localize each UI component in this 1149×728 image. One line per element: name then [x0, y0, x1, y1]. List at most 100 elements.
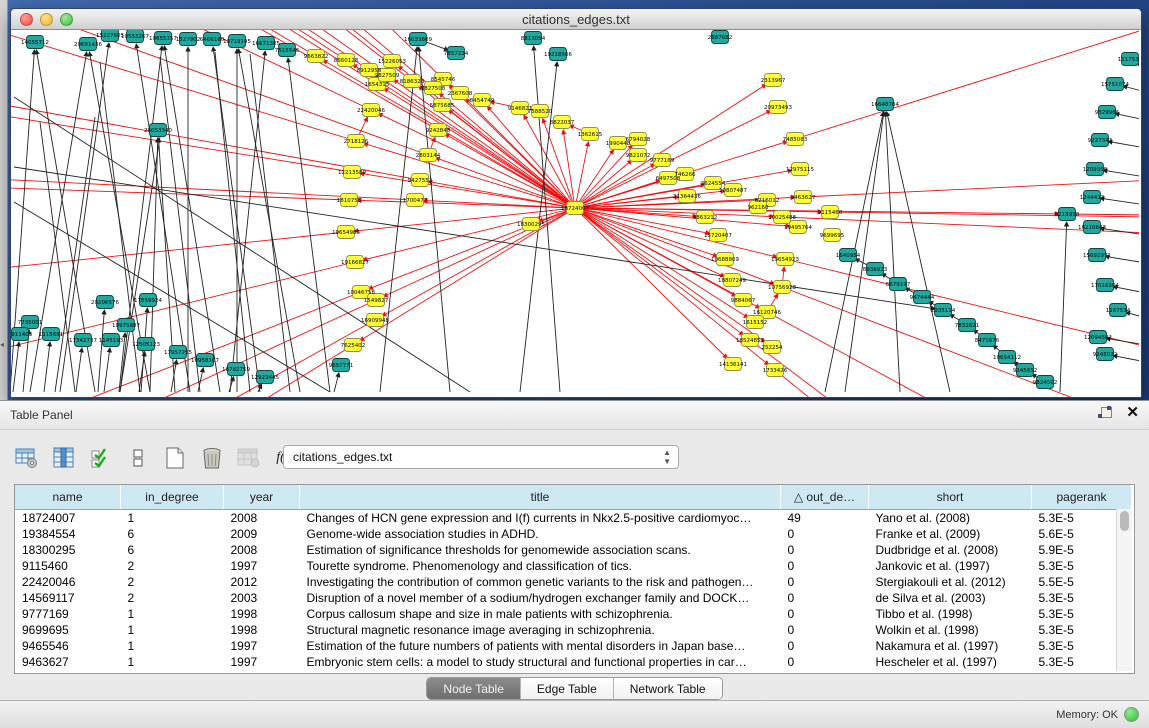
network-node-label: 252254 [762, 345, 783, 351]
table-row[interactable]: 946362711997Embryonic stem cells: a mode… [15, 654, 1131, 670]
network-node-label: 1117539 [1118, 57, 1139, 63]
network-node-label: 12213589 [338, 170, 366, 176]
network-node-label: 18724007 [561, 206, 589, 212]
network-view[interactable]: 1872400714055712206914361522760510553267… [11, 30, 1139, 397]
table-cell: 2008 [224, 510, 300, 527]
network-node-label: 9463627 [791, 195, 816, 201]
network-canvas[interactable]: 1872400714055712206914361522760510553267… [11, 30, 1141, 397]
table-row[interactable]: 2242004622012Investigating the contribut… [15, 574, 1131, 590]
table-cell: 2 [121, 590, 224, 606]
zoom-window-icon[interactable] [60, 13, 73, 26]
table-row[interactable]: 1456911722003Disruption of a novel membe… [15, 590, 1131, 606]
column-header-4[interactable]: △ out_de… [781, 485, 869, 510]
row-height-icon[interactable] [125, 445, 151, 471]
column-header-3[interactable]: title [300, 485, 781, 510]
network-window[interactable]: citations_edges.txt 18724007140557122069… [10, 8, 1142, 398]
network-node-label: 8822037 [550, 120, 575, 126]
table-cell: Dudbridge et al. (2008) [869, 542, 1032, 558]
delete-columns-icon[interactable] [236, 445, 262, 471]
table-row[interactable]: 1872400712008Changes of HCN gene express… [15, 510, 1131, 527]
tab-node-table[interactable]: Node Table [427, 678, 520, 699]
network-node-label: 9824502 [1033, 380, 1058, 386]
table-cell: 0 [781, 558, 869, 574]
network-node-label: 9884067 [731, 298, 756, 304]
table-settings-icon[interactable] [14, 445, 40, 471]
table-cell: 1 [121, 510, 224, 527]
network-node-label: 17342737 [69, 338, 97, 344]
table-row[interactable]: 911546021997Tourette syndrome. Phenomeno… [15, 558, 1131, 574]
column-header-6[interactable]: pagerank [1032, 485, 1132, 510]
network-node-label: 1549827 [364, 298, 389, 304]
network-node-label: 21364436 [673, 194, 701, 200]
left-panel-edge[interactable]: ◂ [0, 0, 8, 400]
network-node-label: 10756928 [768, 285, 796, 291]
create-column-icon[interactable] [162, 445, 188, 471]
table-row[interactable]: 977716911998Corpus callosum shape and si… [15, 606, 1131, 622]
table-row[interactable]: 969969511998Structural magnetic resonanc… [15, 622, 1131, 638]
network-node-label: 15226053 [378, 59, 406, 65]
network-node-label: 19654923 [771, 257, 799, 263]
table-cell: Corpus callosum shape and size in male p… [300, 606, 781, 622]
network-node-label: 2935114 [931, 308, 956, 314]
minimize-window-icon[interactable] [40, 13, 53, 26]
table-type-segmented-control: Node TableEdge TableNetwork Table [426, 677, 722, 700]
network-node-label: 1654315 [365, 82, 390, 88]
network-node-label: 9821072 [626, 153, 651, 159]
network-node-label: 8545746 [431, 77, 456, 83]
panel-collapse-arrow-icon[interactable]: ◂ [0, 340, 4, 349]
network-node-label: 9329966 [1095, 110, 1120, 116]
table-tabs-bar: Node TableEdge TableNetwork Table [0, 677, 1149, 701]
table-cell: 1998 [224, 622, 300, 638]
node-table: namein_degreeyeartitle△ out_de…shortpage… [15, 485, 1131, 670]
network-node-label: 20206576 [91, 300, 119, 306]
network-node-label: 9474444 [910, 295, 935, 301]
table-cell: 2012 [224, 574, 300, 590]
network-node-label: 9227343 [1088, 138, 1113, 144]
network-node-label: 9777169 [650, 158, 675, 164]
tab-network-table[interactable]: Network Table [613, 678, 722, 699]
network-node-label: 8186328 [400, 79, 425, 85]
network-node-label: 6497508 [656, 176, 681, 182]
network-node-label: 1615152 [743, 320, 768, 326]
tab-edge-table[interactable]: Edge Table [520, 678, 613, 699]
network-node-label: 18807249 [718, 278, 746, 284]
network-node-label: 16210643 [1078, 225, 1106, 231]
attribute-table: namein_degreeyeartitle△ out_de…shortpage… [14, 484, 1135, 674]
network-node-label: 10553267 [121, 34, 149, 40]
table-row[interactable]: 946554611997Estimation of the future num… [15, 638, 1131, 654]
network-node-label: 7857224 [444, 51, 469, 57]
network-node-label: 7588520 [528, 109, 553, 115]
network-node-label: 10046758 [347, 290, 375, 296]
table-row[interactable]: 1830029562008Estimation of significance … [15, 542, 1131, 558]
table-cell: 0 [781, 606, 869, 622]
column-header-2[interactable]: year [224, 485, 300, 510]
table-selector-dropdown[interactable]: citations_edges.txt ▲▼ [283, 445, 679, 469]
table-panel-header[interactable]: Table Panel ✕ [0, 401, 1149, 430]
table-scrollbar[interactable] [1116, 509, 1132, 671]
table-cell: 0 [781, 542, 869, 558]
table-cell: 18300295 [15, 542, 121, 558]
network-node-label: 12923445 [251, 375, 279, 381]
window-titlebar[interactable]: citations_edges.txt [11, 9, 1141, 30]
float-panel-icon[interactable] [1098, 406, 1112, 420]
select-all-icon[interactable] [88, 445, 114, 471]
network-node-label: 7735001 [18, 320, 43, 326]
network-node-label: 9427552 [408, 178, 433, 184]
table-cell: 2 [121, 558, 224, 574]
table-cell: Stergiakouli et al. (2012) [869, 574, 1032, 590]
network-node-label: 22420046 [357, 108, 385, 114]
network-node-label: 16648784 [871, 102, 899, 108]
table-row[interactable]: 1938455462009Genome-wide association stu… [15, 526, 1131, 542]
table-cell: Changes of HCN gene expression and I(f) … [300, 510, 781, 527]
column-header-0[interactable]: name [15, 485, 121, 510]
delete-table-icon[interactable] [199, 445, 225, 471]
table-scrollbar-thumb[interactable] [1120, 511, 1129, 531]
column-header-1[interactable]: in_degree [121, 485, 224, 510]
column-header-5[interactable]: short [869, 485, 1032, 510]
select-columns-icon[interactable] [51, 445, 77, 471]
close-window-icon[interactable] [20, 13, 33, 26]
network-node-label: 18300295 [517, 222, 545, 228]
close-panel-icon[interactable]: ✕ [1126, 406, 1139, 420]
network-node-label: 19166827 [341, 260, 369, 266]
network-node-label: 15720407 [704, 233, 732, 239]
